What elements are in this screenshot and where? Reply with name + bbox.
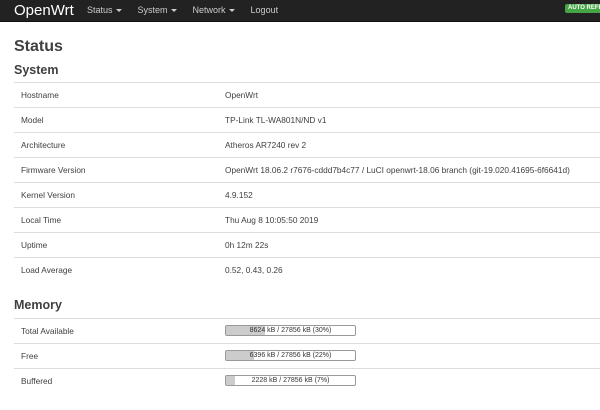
memory-progress-bar: 8624 kB / 27856 kB (30%) [225,325,356,336]
row-value: 0.52, 0.43, 0.26 [225,265,283,275]
row-label: Uptime [21,240,48,250]
main-menu: Status System Network Logout [87,0,278,21]
row-label: Model [21,115,44,125]
system-section-title: System [14,63,59,77]
caret-down-icon [115,9,122,13]
row-label: Buffered [21,376,53,386]
row-value: Atheros AR7240 rev 2 [225,140,307,150]
table-row: Model TP-Link TL-WA801N/ND v1 [14,107,600,132]
row-label: Hostname [21,90,59,100]
menu-system-label: System [137,5,168,15]
memory-progress-bar: 2228 kB / 27856 kB (7%) [225,375,356,386]
table-row: Buffered 2228 kB / 27856 kB (7%) [14,368,600,393]
progress-text: 6396 kB / 27856 kB (22%) [249,352,332,359]
table-row: Local Time Thu Aug 8 10:05:50 2019 [14,207,600,232]
menu-logout-label: Logout [250,5,279,15]
table-row: Total Available 8624 kB / 27856 kB (30%) [14,318,600,343]
menu-system[interactable]: System [138,0,177,21]
memory-progress-bar: 6396 kB / 27856 kB (22%) [225,350,356,361]
row-value: TP-Link TL-WA801N/ND v1 [225,115,327,125]
table-row: Load Average 0.52, 0.43, 0.26 [14,257,600,282]
table-row: Free 6396 kB / 27856 kB (22%) [14,343,600,368]
row-value: 4.9.152 [225,190,253,200]
caret-down-icon [170,9,177,13]
row-label: Total Available [21,326,74,336]
progress-text: 2228 kB / 27856 kB (7%) [251,377,330,384]
row-label: Load Average [21,265,73,275]
menu-network-label: Network [192,5,226,15]
table-row: Uptime 0h 12m 22s [14,232,600,257]
row-label: Firmware Version [21,165,86,175]
table-row: Architecture Atheros AR7240 rev 2 [14,132,600,157]
row-value: Thu Aug 8 10:05:50 2019 [225,215,319,225]
menu-status-label: Status [87,5,113,15]
row-label: Free [21,351,39,361]
progress-text: 8624 kB / 27856 kB (30%) [249,327,332,334]
menu-logout[interactable]: Logout [251,0,279,21]
caret-down-icon [228,9,235,13]
table-row: Kernel Version 4.9.152 [14,182,600,207]
row-label: Architecture [21,140,66,150]
row-label: Kernel Version [21,190,75,200]
auto-refresh-badge[interactable]: AUTO REFRESH [565,4,600,13]
top-navbar: OpenWrt Status System Network Logout AUT… [0,0,600,22]
page-title: Status [14,38,63,55]
system-table: Hostname OpenWrt Model TP-Link TL-WA801N/N… [14,82,600,282]
memory-table: Total Available 8624 kB / 27856 kB (30%)… [14,318,600,393]
row-value: OpenWrt [225,90,259,100]
row-value: 0h 12m 22s [225,240,269,250]
menu-network[interactable]: Network [193,0,235,21]
table-row: Firmware Version OpenWrt 18.06.2 r7676-cd… [14,157,600,182]
table-row: Hostname OpenWrt [14,82,600,107]
row-label: Local Time [21,215,62,225]
brand-logo[interactable]: OpenWrt [14,1,74,20]
row-value: OpenWrt 18.06.2 r7676-cddd7b4c77 / LuCI … [225,165,570,175]
memory-section-title: Memory [14,298,62,312]
menu-status[interactable]: Status [87,0,122,21]
